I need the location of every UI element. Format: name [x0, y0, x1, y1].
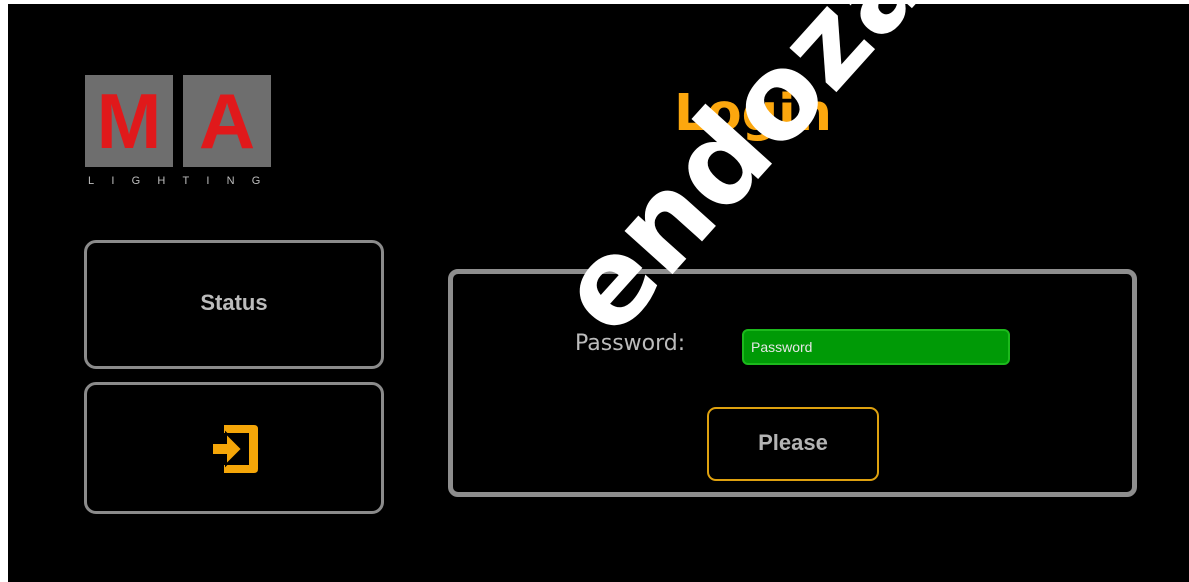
- please-button[interactable]: Please: [707, 407, 879, 481]
- page-title: Login: [674, 84, 832, 143]
- login-panel: Password: Please: [448, 269, 1137, 497]
- logo-subtitle: LIGHTING: [88, 175, 278, 187]
- logo-letter-a: A: [183, 75, 271, 167]
- password-input[interactable]: [742, 329, 1010, 365]
- login-arrow-icon: [211, 425, 258, 473]
- password-label: Password:: [575, 331, 686, 356]
- ma-lighting-logo: M A LIGHTING: [85, 75, 283, 193]
- login-button[interactable]: [84, 382, 384, 514]
- logo-letter-m: M: [85, 75, 173, 167]
- app-screen: M A LIGHTING Login Status Password: Plea…: [8, 4, 1189, 582]
- status-button-label: Status: [200, 290, 268, 315]
- status-button[interactable]: Status: [84, 240, 384, 369]
